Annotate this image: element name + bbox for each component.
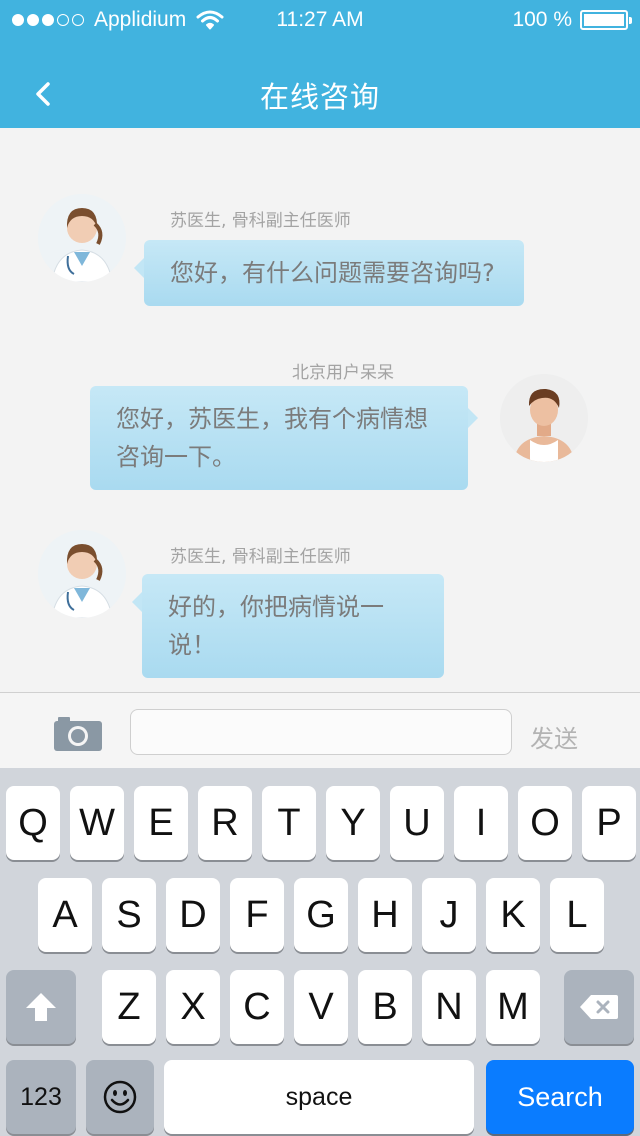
key-f[interactable]: F (230, 878, 284, 952)
space-key[interactable]: space (164, 1060, 474, 1134)
key-h[interactable]: H (358, 878, 412, 952)
emoji-icon (103, 1080, 137, 1114)
key-p[interactable]: P (582, 786, 636, 860)
key-e[interactable]: E (134, 786, 188, 860)
message-bubble-received: 您好，有什么问题需要咨询吗? (134, 240, 524, 306)
message-input-bar: 发送 (0, 692, 640, 768)
key-y[interactable]: Y (326, 786, 380, 860)
key-n[interactable]: N (422, 970, 476, 1044)
key-m[interactable]: M (486, 970, 540, 1044)
emoji-key[interactable] (86, 1060, 154, 1134)
user-avatar[interactable] (500, 374, 588, 462)
key-k[interactable]: K (486, 878, 540, 952)
message-bubble-sent: 您好，苏医生，我有个病情想 咨询一下。 (90, 386, 478, 490)
message-text: 好的，你把病情说一说！ (168, 593, 384, 659)
app-header: Applidium 11:27 AM 100 % 在线咨询 (0, 0, 640, 128)
key-g[interactable]: G (294, 878, 348, 952)
keyboard: Q W E R T Y U I O P A S D F G H J K L Z … (0, 768, 640, 1136)
message-bubble-received: 好的，你把病情说一说！ (132, 574, 444, 678)
battery-percent: 100 % (512, 8, 572, 31)
key-j[interactable]: J (422, 878, 476, 952)
key-v[interactable]: V (294, 970, 348, 1044)
key-s[interactable]: S (102, 878, 156, 952)
shift-key[interactable] (6, 970, 76, 1044)
search-key[interactable]: Search (486, 1060, 634, 1134)
backspace-icon (580, 995, 618, 1019)
doctor-avatar[interactable] (38, 530, 126, 618)
key-x[interactable]: X (166, 970, 220, 1044)
message-text: 您好，有什么问题需要咨询吗? (170, 259, 495, 287)
key-c[interactable]: C (230, 970, 284, 1044)
key-t[interactable]: T (262, 786, 316, 860)
key-z[interactable]: Z (102, 970, 156, 1044)
shift-arrow-icon (26, 993, 56, 1021)
message-sender: 苏医生, 骨科副主任医师 (170, 547, 351, 567)
key-w[interactable]: W (70, 786, 124, 860)
key-d[interactable]: D (166, 878, 220, 952)
send-button[interactable]: 发送 (530, 719, 578, 754)
doctor-avatar[interactable] (38, 194, 126, 282)
backspace-key[interactable] (564, 970, 634, 1044)
key-i[interactable]: I (454, 786, 508, 860)
message-sender: 苏医生, 骨科副主任医师 (170, 211, 351, 231)
message-input[interactable] (130, 709, 512, 755)
camera-icon[interactable] (52, 715, 104, 753)
key-u[interactable]: U (390, 786, 444, 860)
key-a[interactable]: A (38, 878, 92, 952)
message-text: 咨询一下。 (116, 443, 236, 471)
key-b[interactable]: B (358, 970, 412, 1044)
key-r[interactable]: R (198, 786, 252, 860)
message-sender: 北京用户呆呆 (292, 363, 394, 383)
battery-icon (580, 10, 632, 30)
key-q[interactable]: Q (6, 786, 60, 860)
message-text: 您好，苏医生，我有个病情想 (116, 405, 428, 433)
page-title: 在线咨询 (259, 80, 380, 114)
chat-area[interactable]: 苏医生, 骨科副主任医师 您好，有什么问题需要咨询吗? 北京用户呆呆 您好，苏医… (0, 128, 640, 692)
key-l[interactable]: L (550, 878, 604, 952)
status-bar: Applidium 11:27 AM 100 % (0, 0, 640, 42)
key-o[interactable]: O (518, 786, 572, 860)
numbers-key[interactable]: 123 (6, 1060, 76, 1134)
